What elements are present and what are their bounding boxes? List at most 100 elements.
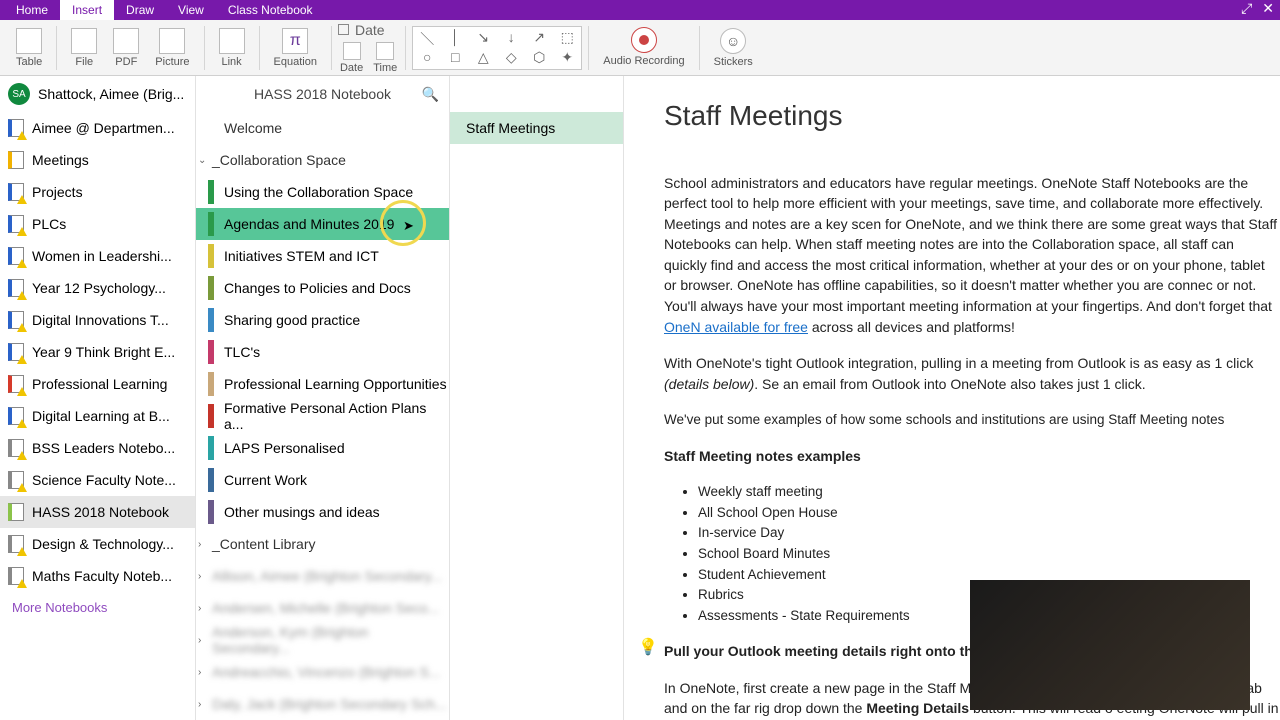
notebook-icon [8, 439, 24, 457]
search-icon[interactable]: 🔍 [422, 86, 439, 103]
notebook-label: BSS Leaders Notebo... [32, 440, 175, 456]
section-group-blurred[interactable]: ›Daly, Jack (Brighton Secondary Sch... [196, 688, 449, 720]
notebook-icon [8, 535, 24, 553]
notebook-icon [8, 279, 24, 297]
notebook-item[interactable]: Year 12 Psychology... [0, 272, 195, 304]
section-group-blurred[interactable]: ›Allison, Aimee (Brighton Secondary... [196, 560, 449, 592]
shapes-gallery[interactable]: ＼│↘↓↗⬚ ○□△◇⬡✦ [412, 26, 582, 70]
notebook-item[interactable]: Digital Learning at B... [0, 400, 195, 432]
notebook-label: Year 12 Psychology... [32, 280, 166, 296]
tab-home[interactable]: Home [4, 0, 60, 20]
group-collaboration-space[interactable]: ⌄_Collaboration Space [196, 144, 449, 176]
chevron-down-icon: ⌄ [198, 155, 208, 166]
insert-pdf[interactable]: PDF [113, 28, 139, 68]
chevron-right-icon: › [198, 539, 208, 550]
section-list-pane: HASS 2018 Notebook 🔍 Welcome ⌄_Collabora… [196, 76, 450, 720]
date-checkbox[interactable] [338, 24, 349, 35]
section-label: Allison, Aimee (Brighton Secondary... [212, 568, 442, 584]
insert-picture[interactable]: Picture [155, 28, 189, 68]
section-item[interactable]: Changes to Policies and Docs [196, 272, 449, 304]
section-item[interactable]: Initiatives STEM and ICT [196, 240, 449, 272]
notebook-label: HASS 2018 Notebook [32, 504, 169, 520]
notebook-item[interactable]: Meetings [0, 144, 195, 176]
section-item[interactable]: Professional Learning Opportunities [196, 368, 449, 400]
notebook-icon [8, 311, 24, 329]
notebook-label: Aimee @ Departmen... [32, 120, 175, 136]
notebook-item[interactable]: Science Faculty Note... [0, 464, 195, 496]
section-item[interactable]: LAPS Personalised [196, 432, 449, 464]
notebook-item[interactable]: Design & Technology... [0, 528, 195, 560]
notebook-item[interactable]: Professional Learning [0, 368, 195, 400]
close-icon[interactable]: ✕ [1262, 0, 1274, 17]
section-item[interactable]: Sharing good practice [196, 304, 449, 336]
list-item: In-service Day [698, 523, 1280, 543]
tab-class-notebook[interactable]: Class Notebook [216, 0, 325, 20]
chevron-right-icon: › [198, 667, 208, 678]
page-staff-meetings[interactable]: Staff Meetings [450, 112, 623, 144]
insert-time[interactable]: Time [373, 42, 397, 74]
section-label: Professional Learning Opportunities [224, 376, 447, 392]
section-label: Current Work [224, 472, 307, 488]
more-notebooks[interactable]: More Notebooks [0, 592, 195, 623]
avatar: SA [8, 83, 30, 105]
section-label: Anderson, Kym (Brighton Secondary... [212, 624, 449, 656]
group-content-library[interactable]: ›_Content Library [196, 528, 449, 560]
section-group-blurred[interactable]: ›Andersen, Michelle (Brighton Seco... [196, 592, 449, 624]
notebook-item[interactable]: HASS 2018 Notebook [0, 496, 195, 528]
notebook-label: Projects [32, 184, 83, 200]
section-color-bar [208, 500, 214, 524]
notebook-item[interactable]: Projects [0, 176, 195, 208]
notebook-item[interactable]: PLCs [0, 208, 195, 240]
stickers[interactable]: ☺Stickers [714, 28, 753, 68]
list-item: Weekly staff meeting [698, 482, 1280, 502]
insert-equation[interactable]: πEquation [274, 28, 317, 68]
section-label: Daly, Jack (Brighton Secondary Sch... [212, 696, 447, 712]
section-color-bar [208, 340, 214, 364]
notebook-label: Meetings [32, 152, 89, 168]
section-label: Changes to Policies and Docs [224, 280, 411, 296]
notebook-item[interactable]: Digital Innovations T... [0, 304, 195, 336]
user-name: Shattock, Aimee (Brig... [38, 86, 184, 102]
notebook-title: HASS 2018 Notebook [254, 86, 391, 102]
section-item[interactable]: Other musings and ideas [196, 496, 449, 528]
notebook-item[interactable]: BSS Leaders Notebo... [0, 432, 195, 464]
section-color-bar [208, 180, 214, 204]
user-row[interactable]: SA Shattock, Aimee (Brig... [0, 76, 195, 112]
section-welcome[interactable]: Welcome [196, 112, 449, 144]
section-label: Agendas and Minutes 2019 [224, 216, 394, 232]
section-item[interactable]: Using the Collaboration Space [196, 176, 449, 208]
notebook-label: Digital Learning at B... [32, 408, 170, 424]
tab-view[interactable]: View [166, 0, 216, 20]
insert-file[interactable]: File [71, 28, 97, 68]
notebook-item[interactable]: Maths Faculty Noteb... [0, 560, 195, 592]
audio-recording[interactable]: Audio Recording [603, 27, 684, 67]
section-item[interactable]: Formative Personal Action Plans a... [196, 400, 449, 432]
notebook-label: Year 9 Think Bright E... [32, 344, 175, 360]
insert-link[interactable]: Link [219, 28, 245, 68]
section-group-blurred[interactable]: ›Andreacchio, Vincenzo (Brighton S... [196, 656, 449, 688]
insert-date[interactable]: Date [340, 42, 363, 74]
ribbon-tabs: Home Insert Draw View Class Notebook ⤢ ✕ [0, 0, 1280, 20]
notebook-item[interactable]: Women in Leadershi... [0, 240, 195, 272]
section-label: Other musings and ideas [224, 504, 380, 520]
notebook-item[interactable]: Year 9 Think Bright E... [0, 336, 195, 368]
notebook-label: Design & Technology... [32, 536, 174, 552]
section-group-blurred[interactable]: ›Anderson, Kym (Brighton Secondary... [196, 624, 449, 656]
notebook-label: Maths Faculty Noteb... [32, 568, 172, 584]
notebook-item[interactable]: Aimee @ Departmen... [0, 112, 195, 144]
notebook-icon [8, 151, 24, 169]
section-color-bar [208, 372, 214, 396]
section-color-bar [208, 308, 214, 332]
section-item[interactable]: TLC's [196, 336, 449, 368]
notebook-list-pane: SA Shattock, Aimee (Brig... Aimee @ Depa… [0, 76, 196, 720]
onenote-free-link[interactable]: OneN available for free [664, 319, 808, 335]
tab-insert[interactable]: Insert [60, 0, 114, 20]
notebook-icon [8, 503, 24, 521]
insert-table[interactable]: Table [16, 28, 42, 68]
section-label: Andersen, Michelle (Brighton Seco... [212, 600, 439, 616]
section-item[interactable]: Current Work [196, 464, 449, 496]
section-color-bar [208, 244, 214, 268]
list-item: All School Open House [698, 503, 1280, 523]
tab-draw[interactable]: Draw [114, 0, 166, 20]
expand-icon[interactable]: ⤢ [1241, 0, 1252, 17]
